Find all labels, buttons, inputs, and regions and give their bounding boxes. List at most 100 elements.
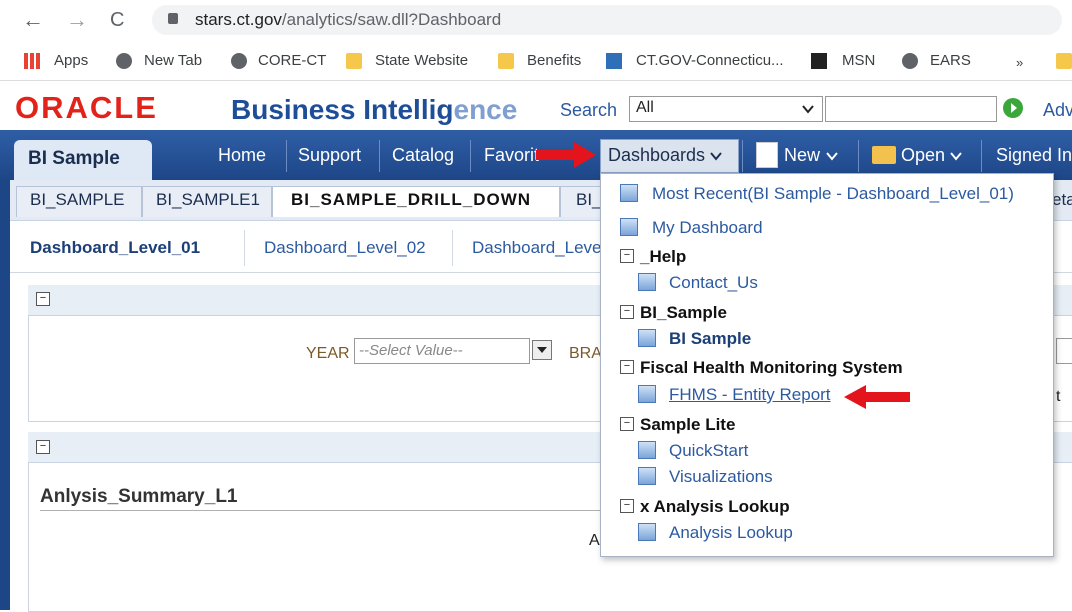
collapse-icon[interactable]: −	[36, 292, 50, 306]
bookmark-apps[interactable]: Apps	[54, 52, 88, 69]
nav-divider	[858, 140, 859, 172]
menu-group-sample-lite: Sample Lite	[640, 415, 736, 434]
app-tab-label: BI Sample	[28, 148, 120, 169]
search-label: Search	[560, 100, 618, 120]
url-path: /analytics/saw.dll?Dashboard	[281, 10, 502, 29]
search-input[interactable]	[825, 96, 997, 122]
menu-item-analysis-lookup[interactable]: Analysis Lookup	[669, 523, 793, 543]
collapse-icon[interactable]: −	[620, 305, 634, 319]
year-select[interactable]: --Select Value--	[354, 338, 530, 364]
page-tab-level-02[interactable]: Dashboard_Level_02	[264, 238, 426, 258]
folder-icon	[498, 53, 514, 69]
lock-icon	[168, 13, 178, 24]
globe-icon	[231, 53, 247, 69]
menu-item-fhms-entity-report[interactable]: FHMS - Entity Report	[669, 385, 831, 405]
menu-item-visualizations[interactable]: Visualizations	[669, 467, 773, 487]
menu-group-fhms: Fiscal Health Monitoring System	[640, 358, 903, 377]
folder-icon	[1056, 53, 1072, 69]
year-dropdown-arrow[interactable]	[532, 340, 552, 360]
msn-icon	[811, 53, 827, 69]
menu-most-recent[interactable]: Most Recent(BI Sample - Dashboard_Level_…	[652, 184, 1014, 204]
reload-icon[interactable]: C	[110, 6, 124, 34]
nav-divider	[379, 140, 380, 172]
nav-home[interactable]: Home	[218, 145, 266, 166]
year-placeholder: --Select Value--	[359, 342, 463, 359]
app-title-main: Business Intellig	[231, 94, 454, 125]
right-select-fragment[interactable]	[1056, 338, 1072, 364]
forward-icon[interactable]: →	[66, 6, 88, 34]
menu-item-quickstart[interactable]: QuickStart	[669, 441, 748, 461]
chevron-down-icon	[802, 105, 814, 114]
nav-open[interactable]: Open	[901, 145, 945, 166]
dashboard-icon	[638, 385, 656, 403]
menu-group-analysis-lookup: x Analysis Lookup	[640, 497, 790, 516]
collapse-icon[interactable]: −	[620, 360, 634, 374]
app-title-fade: ence	[453, 94, 518, 125]
dashboard-icon	[638, 523, 656, 541]
more-bookmarks-icon[interactable]: »	[1016, 55, 1023, 70]
open-folder-icon	[872, 146, 896, 164]
menu-item-contact-us[interactable]: Contact_Us	[669, 273, 758, 293]
nav-divider	[286, 140, 287, 172]
analysis-divider	[40, 510, 600, 511]
menu-group-bi-sample: BI_Sample	[640, 303, 727, 322]
collapse-icon[interactable]: −	[36, 440, 50, 454]
search-scope-select[interactable]: All	[629, 96, 823, 122]
page-tab-divider	[244, 230, 245, 266]
menu-item-bi-sample[interactable]: BI Sample	[669, 329, 751, 349]
new-document-icon	[756, 142, 778, 168]
advanced-link[interactable]: Adv	[1043, 100, 1072, 121]
nav-divider	[742, 140, 743, 172]
nav-favorites[interactable]: Favorit	[484, 145, 539, 166]
dashboard-icon	[638, 273, 656, 291]
analysis-title: Anlysis_Summary_L1	[40, 486, 238, 507]
dashboard-icon	[620, 218, 638, 236]
page-tab-level-01[interactable]: Dashboard_Level_01	[30, 238, 200, 258]
tab-label: BI_SAMPLE_DRILL_DOWN	[291, 190, 532, 209]
url-text[interactable]: stars.ct.gov/analytics/saw.dll?Dashboard	[195, 10, 501, 30]
dashboard-icon	[620, 184, 638, 202]
red-arrow-icon	[536, 142, 596, 168]
globe-icon	[902, 53, 918, 69]
nav-new[interactable]: New	[784, 145, 820, 166]
dashboard-icon	[638, 467, 656, 485]
collapse-icon[interactable]: −	[620, 499, 634, 513]
nav-support[interactable]: Support	[298, 145, 361, 166]
page-tab-level-03[interactable]: Dashboard_Leve	[472, 238, 601, 258]
tab-label: BI_SAMPLE1	[156, 190, 260, 209]
nav-divider	[981, 140, 982, 172]
red-arrow-icon	[844, 385, 910, 409]
bookmark-new-tab[interactable]: New Tab	[144, 52, 202, 69]
nav-catalog[interactable]: Catalog	[392, 145, 454, 166]
back-icon[interactable]: ←	[22, 6, 44, 34]
collapse-icon[interactable]: −	[620, 249, 634, 263]
right-fragment: t	[1056, 388, 1061, 405]
ctgov-icon	[606, 53, 622, 69]
folder-icon	[346, 53, 362, 69]
bra-label: BRA	[569, 345, 602, 362]
nav-signed-in[interactable]: Signed In	[996, 145, 1072, 166]
chevron-down-icon	[826, 152, 838, 161]
tab-label: BI_SAMPLE	[30, 190, 125, 209]
url-host: stars.ct.gov	[195, 10, 282, 29]
dashboard-icon	[638, 329, 656, 347]
bookmark-ctgov[interactable]: CT.GOV-Connecticu...	[636, 52, 784, 69]
bookmark-msn[interactable]: MSN	[842, 52, 875, 69]
bookmark-state-website[interactable]: State Website	[375, 52, 468, 69]
tab-label: eta	[1052, 190, 1072, 209]
menu-my-dashboard[interactable]: My Dashboard	[652, 218, 763, 238]
oracle-logo: ORACLE	[15, 90, 158, 125]
collapse-icon[interactable]: −	[620, 417, 634, 431]
tab-label: BI_	[576, 190, 602, 209]
bookmark-core-ct[interactable]: CORE-CT	[258, 52, 326, 69]
nav-divider	[470, 140, 471, 172]
search-scope-value: All	[636, 99, 654, 116]
bookmark-benefits[interactable]: Benefits	[527, 52, 581, 69]
chevron-down-icon	[950, 152, 962, 161]
left-edge-bar	[0, 180, 10, 610]
globe-icon	[116, 53, 132, 69]
search-go-icon[interactable]	[1003, 98, 1023, 118]
bookmark-ears[interactable]: EARS	[930, 52, 971, 69]
year-label: YEAR	[306, 345, 350, 362]
dashboard-icon	[638, 441, 656, 459]
